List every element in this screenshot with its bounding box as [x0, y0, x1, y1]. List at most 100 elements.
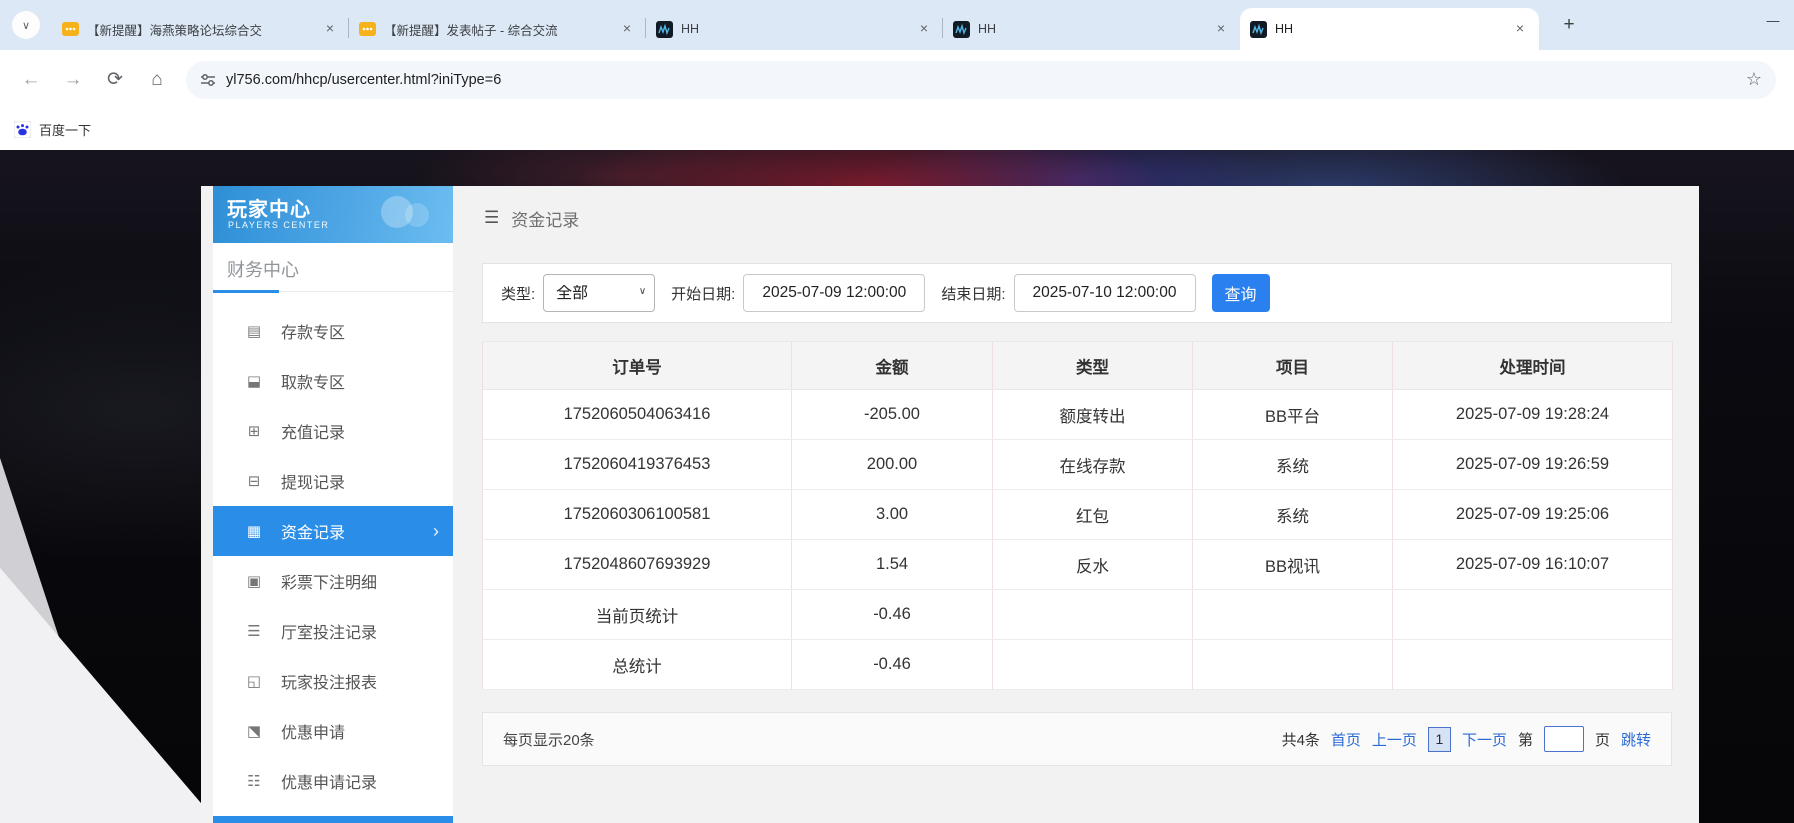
section-title: 财务中心 — [227, 256, 299, 282]
time-cell: 2025-07-09 16:10:07 — [1393, 540, 1673, 590]
withdraw-icon: ⬓ — [245, 372, 263, 390]
url-input[interactable]: yl756.com/hhcp/usercenter.html?iniType=6… — [186, 61, 1776, 99]
table-row-page-total: 当前页统计 -0.46 — [483, 590, 1673, 640]
sidebar-item-recharge-records[interactable]: ⊞ 充值记录 — [213, 406, 453, 456]
tab-hh-1[interactable]: HH × — [646, 8, 943, 50]
search-button[interactable]: 查询 — [1212, 274, 1270, 312]
type-cell: 红包 — [993, 490, 1193, 540]
sidebar-item-deposit-zone[interactable]: ▤ 存款专区 — [213, 306, 453, 356]
current-page-indicator[interactable]: 1 — [1428, 727, 1451, 752]
back-icon[interactable]: ← — [10, 69, 52, 91]
project-cell: 系统 — [1193, 440, 1393, 490]
end-date-input[interactable] — [1014, 274, 1196, 312]
close-tab-icon[interactable]: × — [618, 20, 636, 38]
time-cell: 2025-07-09 19:28:24 — [1393, 390, 1673, 440]
sidebar-item-label: 厅室投注记录 — [281, 619, 377, 643]
project-cell: BB视讯 — [1193, 540, 1393, 590]
url-text[interactable]: yl756.com/hhcp/usercenter.html?iniType=6 — [226, 72, 1736, 88]
empty-cell — [1393, 640, 1673, 690]
bet-report-icon: ◱ — [245, 672, 263, 690]
sidebar-section-finance: 财务中心 — [213, 246, 453, 292]
tab-title: HH — [1275, 22, 1503, 36]
sidebar-item-withdrawal-records[interactable]: ⊟ 提现记录 — [213, 456, 453, 506]
type-select[interactable]: 全部 — [543, 274, 655, 312]
sidebar-item-promo-apply-records[interactable]: ☷ 优惠申请记录 — [213, 756, 453, 806]
section-underline — [213, 290, 279, 293]
type-select-wrap: 全部 ∨ — [543, 274, 655, 312]
bookmark-baidu[interactable]: 百度一下 — [39, 120, 91, 139]
tab-forum-2[interactable]: 【新提醒】发表帖子 - 综合交流 × — [349, 8, 646, 50]
sidebar-item-label: 充值记录 — [281, 419, 345, 443]
tab-forum-1[interactable]: 【新提醒】海燕策略论坛综合交 × — [52, 8, 349, 50]
sidebar-item-promo-apply[interactable]: ⬔ 优惠申请 — [213, 706, 453, 756]
sidebar-item-withdraw-zone[interactable]: ⬓ 取款专区 — [213, 356, 453, 406]
start-date-input[interactable] — [743, 274, 925, 312]
jump-link[interactable]: 跳转 — [1621, 729, 1651, 750]
prev-page-link[interactable]: 上一页 — [1372, 729, 1417, 750]
first-page-link[interactable]: 首页 — [1331, 729, 1361, 750]
sidebar-item-label: 取款专区 — [281, 369, 345, 393]
type-label: 类型: — [501, 283, 535, 304]
sidebar-item-label: 资金记录 — [281, 519, 345, 543]
sidebar-item-player-bet-report[interactable]: ◱ 玩家投注报表 — [213, 656, 453, 706]
summary-label-cell: 总统计 — [483, 640, 792, 690]
sidebar-menu: ▤ 存款专区 ⬓ 取款专区 ⊞ 充值记录 ⊟ 提现记录 — [213, 306, 453, 806]
fund-records-table: 订单号 金额 类型 项目 处理时间 1752060504063416 -205.… — [482, 341, 1673, 690]
empty-cell — [993, 590, 1193, 640]
order-number-cell: 1752060419376453 — [483, 440, 792, 490]
project-cell: 系统 — [1193, 490, 1393, 540]
recharge-record-icon: ⊞ — [245, 422, 263, 440]
lottery-bet-icon: ▣ — [245, 572, 263, 590]
new-tab-button[interactable]: + — [1556, 12, 1582, 38]
sidebar-item-fund-records[interactable]: ▦ 资金记录 › — [213, 506, 453, 556]
close-tab-icon[interactable]: × — [321, 20, 339, 38]
type-cell: 在线存款 — [993, 440, 1193, 490]
tab-search-button[interactable]: ∨ — [12, 11, 40, 39]
withdrawal-record-icon: ⊟ — [245, 472, 263, 490]
reload-icon[interactable]: ⟳ — [94, 68, 136, 91]
filter-bar: 类型: 全部 ∨ 开始日期: 结束日期: 查询 — [482, 263, 1672, 323]
pagination-controls: 共4条 首页 上一页 1 下一页 第 页 跳转 — [1282, 726, 1651, 752]
tab-title: 【新提醒】发表帖子 - 综合交流 — [384, 20, 610, 39]
page-jump-input[interactable] — [1544, 726, 1584, 752]
sidebar: 玩家中心 PLAYERS CENTER 财务中心 ▤ 存款专区 ⬓ 取款专区 — [213, 186, 453, 823]
time-cell: 2025-07-09 19:25:06 — [1393, 490, 1673, 540]
tab-hh-2[interactable]: HH × — [943, 8, 1240, 50]
amount-cell: -205.00 — [792, 390, 993, 440]
sidebar-item-label: 存款专区 — [281, 319, 345, 343]
sidebar-item-lottery-bet-details[interactable]: ▣ 彩票下注明细 — [213, 556, 453, 606]
tab-title: HH — [681, 22, 907, 36]
fund-record-icon: ▦ — [245, 522, 263, 540]
table-row: 1752048607693929 1.54 反水 BB视讯 2025-07-09… — [483, 540, 1673, 590]
summary-label-cell: 当前页统计 — [483, 590, 792, 640]
hh-favicon-icon — [953, 21, 970, 38]
window-minimize-button[interactable]: — — [1758, 6, 1788, 36]
table-header-row: 订单号 金额 类型 项目 处理时间 — [483, 342, 1673, 390]
promo-apply-icon: ⬔ — [245, 722, 263, 740]
tab-title: HH — [978, 22, 1204, 36]
hh-favicon-icon — [1250, 21, 1267, 38]
close-tab-icon[interactable]: × — [1212, 20, 1230, 38]
project-cell: BB平台 — [1193, 390, 1393, 440]
sidebar-bottom-strip — [213, 816, 453, 823]
browser-window: ∨ 【新提醒】海燕策略论坛综合交 × 【新提醒】发表帖子 - 综合交流 × HH… — [0, 0, 1794, 823]
bookmarks-bar: 百度一下 — [0, 109, 1794, 150]
tab-hh-3-active[interactable]: HH × — [1240, 8, 1539, 50]
forward-icon[interactable]: → — [52, 69, 94, 91]
forum-favicon-icon — [359, 21, 376, 38]
sidebar-item-label: 玩家投注报表 — [281, 669, 377, 693]
deposit-icon: ▤ — [245, 322, 263, 340]
home-icon[interactable]: ⌂ — [136, 69, 178, 91]
next-page-link[interactable]: 下一页 — [1462, 729, 1507, 750]
close-tab-icon[interactable]: × — [915, 20, 933, 38]
sidebar-subtitle: PLAYERS CENTER — [228, 220, 329, 230]
close-tab-icon[interactable]: × — [1511, 20, 1529, 38]
bookmark-star-icon[interactable]: ☆ — [1746, 69, 1762, 90]
table-row: 1752060504063416 -205.00 额度转出 BB平台 2025-… — [483, 390, 1673, 440]
sidebar-item-hall-bet-records[interactable]: ☰ 厅室投注记录 — [213, 606, 453, 656]
hall-bet-icon: ☰ — [245, 622, 263, 640]
page-prefix-label: 第 — [1518, 729, 1533, 750]
baidu-favicon-icon — [14, 121, 31, 138]
start-date-label: 开始日期: — [671, 283, 735, 304]
site-settings-icon[interactable] — [200, 72, 216, 88]
